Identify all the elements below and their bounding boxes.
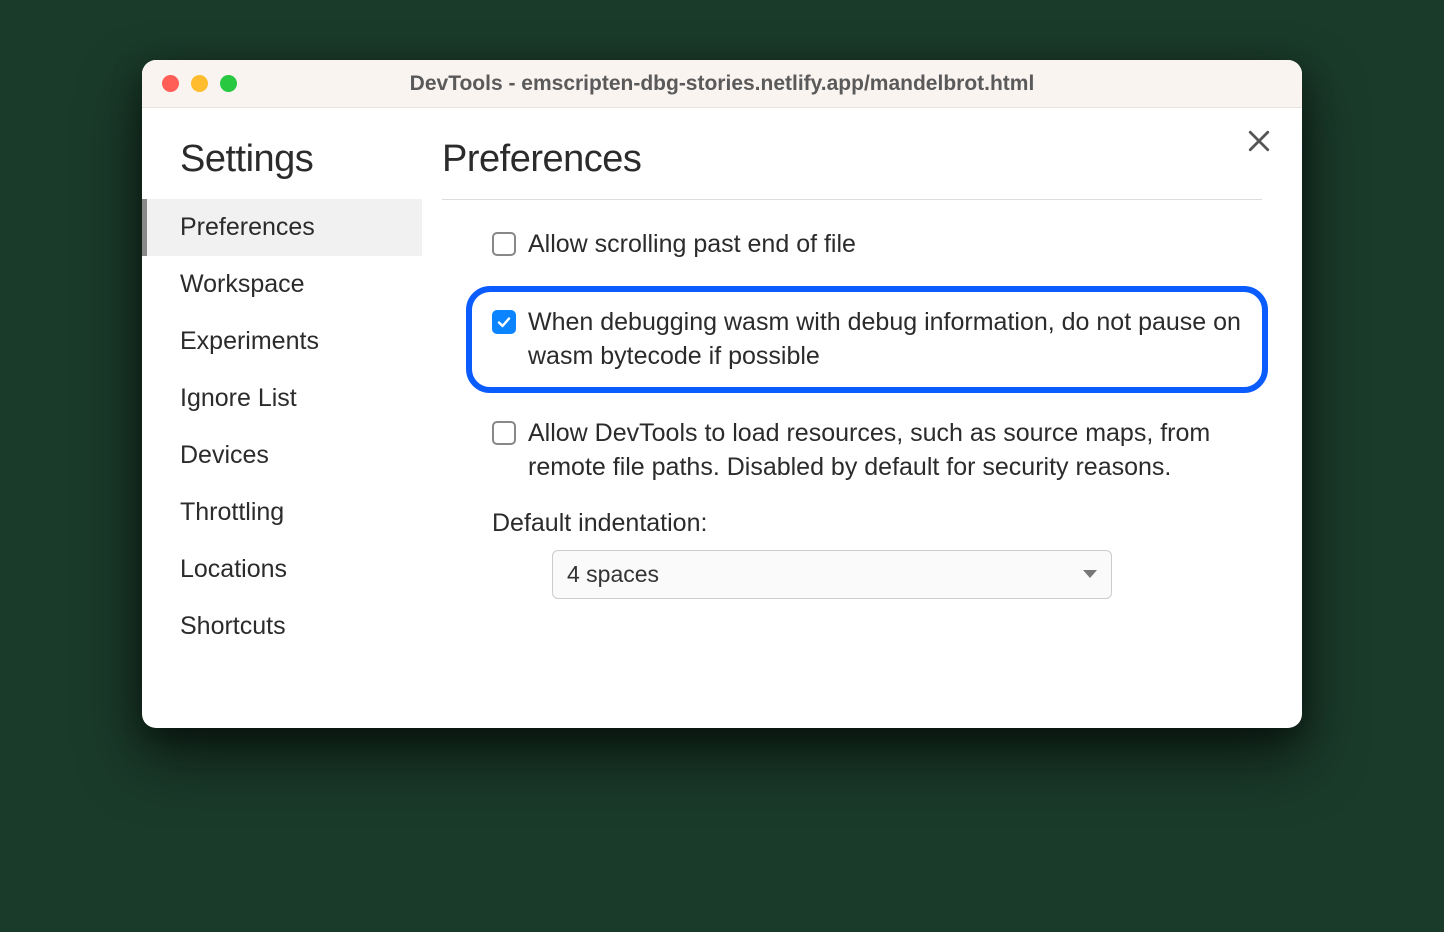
minimize-window-button[interactable] (191, 75, 208, 92)
sidebar-item-throttling[interactable]: Throttling (142, 484, 422, 541)
window-title: DevTools - emscripten-dbg-stories.netlif… (142, 72, 1302, 96)
checkbox-icon[interactable] (492, 421, 516, 445)
sidebar-item-workspace[interactable]: Workspace (142, 256, 422, 313)
settings-body: Settings Preferences Workspace Experimen… (142, 108, 1302, 728)
pref-wasm-no-pause-bytecode[interactable]: When debugging wasm with debug informati… (466, 286, 1268, 394)
checkbox-icon[interactable] (492, 310, 516, 334)
sidebar-item-label: Shortcuts (180, 612, 286, 640)
pref-label: Allow scrolling past end of file (528, 228, 856, 262)
sidebar-item-shortcuts[interactable]: Shortcuts (142, 598, 422, 655)
settings-main: Preferences Allow scrolling past end of … (422, 108, 1302, 728)
pref-allow-scroll-past-eof[interactable]: Allow scrolling past end of file (492, 228, 1262, 262)
close-icon[interactable] (1244, 126, 1274, 156)
sidebar-item-label: Throttling (180, 498, 284, 526)
sidebar-item-preferences[interactable]: Preferences (142, 199, 422, 256)
preferences-list: Allow scrolling past end of file When de… (442, 200, 1262, 599)
devtools-settings-window: DevTools - emscripten-dbg-stories.netlif… (142, 60, 1302, 728)
settings-sidebar: Settings Preferences Workspace Experimen… (142, 108, 422, 728)
sidebar-item-locations[interactable]: Locations (142, 541, 422, 598)
select-value: 4 spaces (567, 561, 659, 588)
pref-label: When debugging wasm with debug informati… (528, 306, 1242, 374)
traffic-lights (142, 75, 237, 92)
zoom-window-button[interactable] (220, 75, 237, 92)
indentation-label: Default indentation: (492, 509, 1262, 538)
sidebar-title: Settings (142, 138, 422, 199)
page-title: Preferences (442, 138, 1262, 200)
sidebar-item-devices[interactable]: Devices (142, 427, 422, 484)
titlebar: DevTools - emscripten-dbg-stories.netlif… (142, 60, 1302, 108)
sidebar-item-label: Workspace (180, 270, 305, 298)
sidebar-item-label: Experiments (180, 327, 319, 355)
sidebar-item-label: Preferences (180, 213, 315, 241)
sidebar-item-ignore-list[interactable]: Ignore List (142, 370, 422, 427)
checkbox-icon[interactable] (492, 232, 516, 256)
pref-allow-remote-file-paths[interactable]: Allow DevTools to load resources, such a… (492, 417, 1262, 485)
sidebar-item-label: Devices (180, 441, 269, 469)
sidebar-item-experiments[interactable]: Experiments (142, 313, 422, 370)
indentation-select[interactable]: 4 spaces (552, 550, 1112, 599)
close-window-button[interactable] (162, 75, 179, 92)
pref-label: Allow DevTools to load resources, such a… (528, 417, 1262, 485)
sidebar-item-label: Ignore List (180, 384, 297, 412)
sidebar-item-label: Locations (180, 555, 287, 583)
chevron-down-icon (1083, 570, 1097, 578)
